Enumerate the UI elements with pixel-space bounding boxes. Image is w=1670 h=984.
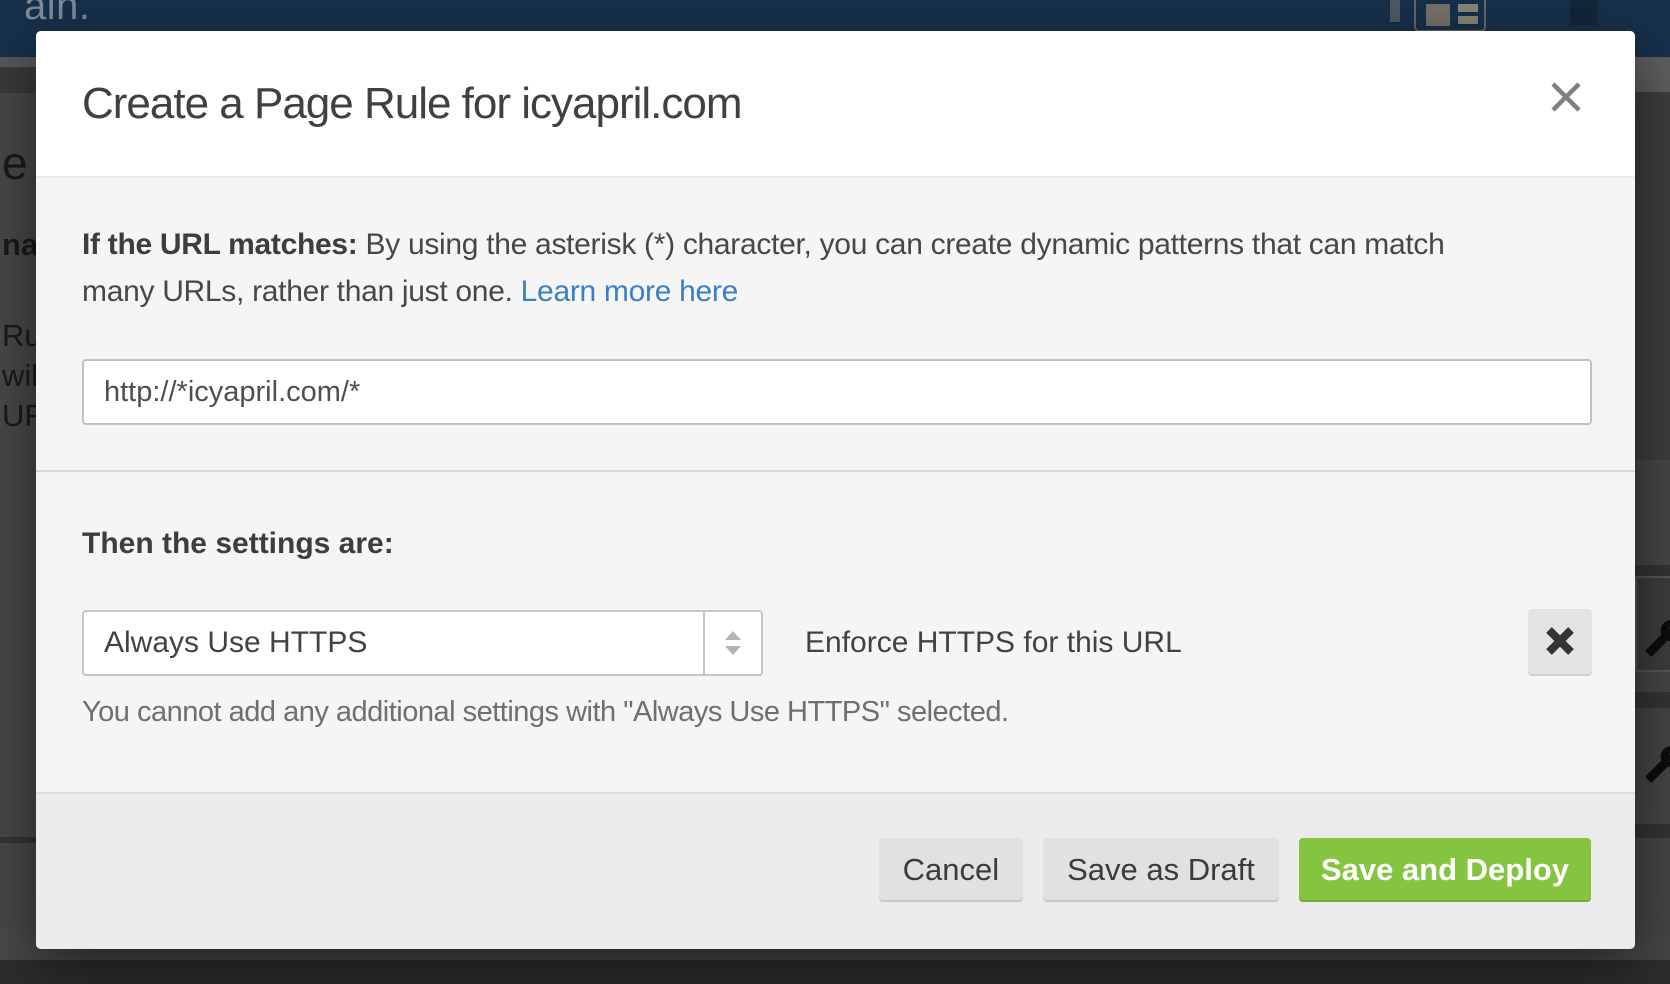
background-band [1635, 92, 1670, 460]
learn-more-link[interactable]: Learn more here [521, 275, 738, 308]
close-button[interactable] [1542, 75, 1590, 121]
select-arrows-icon [703, 612, 761, 674]
section-divider [36, 470, 1635, 472]
url-match-text-line1: By using the asterisk (*) character, you… [366, 228, 1445, 261]
wrench-icon [1644, 618, 1670, 663]
modal-title: Create a Page Rule for icyapril.com [82, 31, 742, 176]
background-band [1635, 838, 1670, 960]
screen: ain. e nav Ru will UR Create a Page Rule… [0, 0, 1670, 984]
url-pattern-input[interactable] [82, 359, 1592, 425]
background-band [1635, 808, 1670, 824]
settings-heading: Then the settings are: [82, 522, 394, 566]
setting-select[interactable]: Always Use HTTPS [82, 610, 763, 676]
remove-setting-button[interactable] [1528, 609, 1592, 676]
background-row-divider [1635, 692, 1670, 708]
background-band [1635, 460, 1670, 565]
layout-columns-icon [1414, 0, 1486, 32]
background-row-divider [0, 837, 36, 843]
remove-icon [1545, 626, 1575, 659]
background-band [1635, 57, 1670, 92]
url-match-label: If the URL matches: [82, 228, 357, 261]
background-row-divider [1635, 565, 1670, 576]
url-match-description: If the URL matches: By using the asteris… [82, 221, 1598, 315]
background-topbar-text: ain. [24, 0, 91, 28]
background-row-divider [1635, 824, 1670, 838]
create-page-rule-modal: Create a Page Rule for icyapril.com If t… [36, 31, 1635, 949]
save-as-draft-button[interactable]: Save as Draft [1043, 838, 1279, 902]
background-icon-fragment [1390, 0, 1400, 22]
url-match-text-line2: many URLs, rather than just one. [82, 275, 513, 308]
close-icon [1549, 80, 1583, 117]
background-band [0, 960, 1670, 984]
modal-header: Create a Page Rule for icyapril.com [36, 31, 1635, 178]
modal-footer: Cancel Save as Draft Save and Deploy [36, 792, 1635, 949]
save-and-deploy-button[interactable]: Save and Deploy [1299, 838, 1591, 902]
cancel-button[interactable]: Cancel [879, 838, 1024, 902]
background-band [1635, 672, 1670, 692]
setting-select-value: Always Use HTTPS [84, 612, 703, 674]
background-dark-button-fragment [1570, 0, 1597, 25]
background-text-fragment: e [2, 140, 28, 186]
wrench-icon [1644, 744, 1670, 789]
setting-note: You cannot add any additional settings w… [82, 690, 1009, 734]
setting-description: Enforce HTTPS for this URL [805, 621, 1182, 665]
modal-body: If the URL matches: By using the asteris… [36, 178, 1635, 792]
